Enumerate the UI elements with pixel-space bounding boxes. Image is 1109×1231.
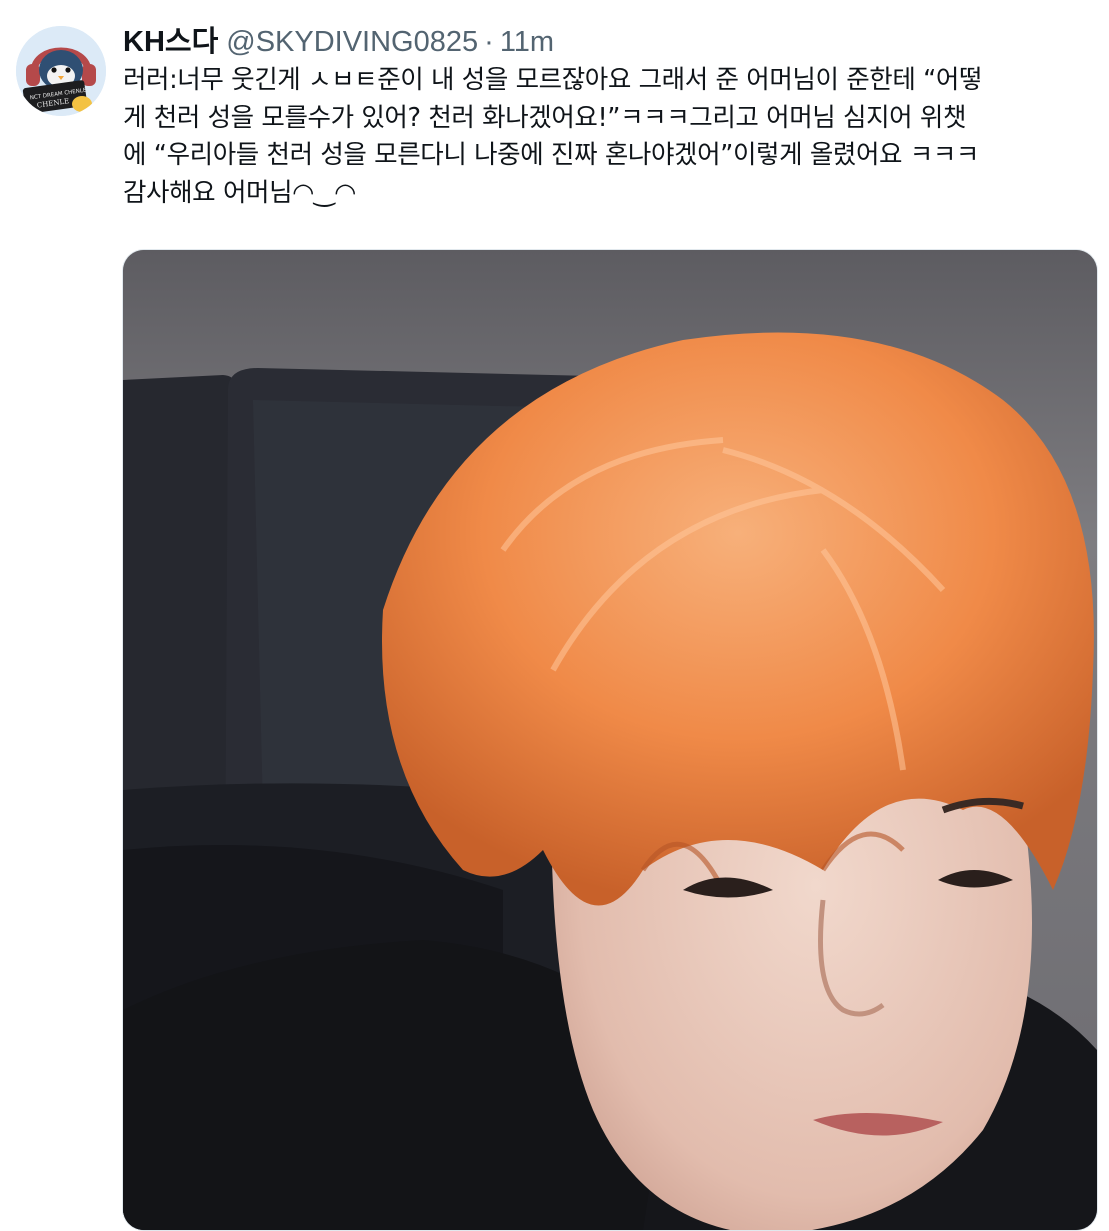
tweet-photo[interactable] (122, 249, 1098, 1231)
author-avatar[interactable]: NCT DREAM CHENLE CHENLE (16, 26, 106, 116)
penguin-avatar-icon: NCT DREAM CHENLE CHENLE (16, 26, 106, 116)
author-handle[interactable]: @SKYDIVING0825 (226, 24, 478, 60)
tweet-text-line: 감사해요 어머님◠‿◠ (123, 177, 356, 208)
tweet-timestamp[interactable]: 11m (500, 24, 554, 60)
tweet-header: KH스다 @SKYDIVING0825 · 11m (123, 24, 554, 60)
tweet-text: 러러:너무 웃긴게 ㅅㅂㅌ준이 내 성을 모르잖아요 그래서 준 어머님이 준한… (123, 62, 1098, 212)
separator-dot: · (484, 26, 494, 58)
photo-content (123, 250, 1097, 1230)
tweet-text-line: 에 “우리아들 천러 성을 모른다니 나중에 진짜 혼나야겠어”이렇게 올렸어요… (123, 140, 979, 170)
tweet[interactable]: NCT DREAM CHENLE CHENLE KH스다 @SKYDIVING0… (0, 0, 1109, 1231)
tweet-text-line: 러러:너무 웃긴게 ㅅㅂㅌ준이 내 성을 모르잖아요 그래서 준 어머님이 준한… (123, 65, 983, 95)
tweet-text-line: 게 천러 성을 모를수가 있어? 천러 화나겠어요!”ㅋㅋㅋ그리고 어머님 심지… (123, 102, 967, 133)
author-display-name[interactable]: KH스다 (123, 24, 218, 60)
